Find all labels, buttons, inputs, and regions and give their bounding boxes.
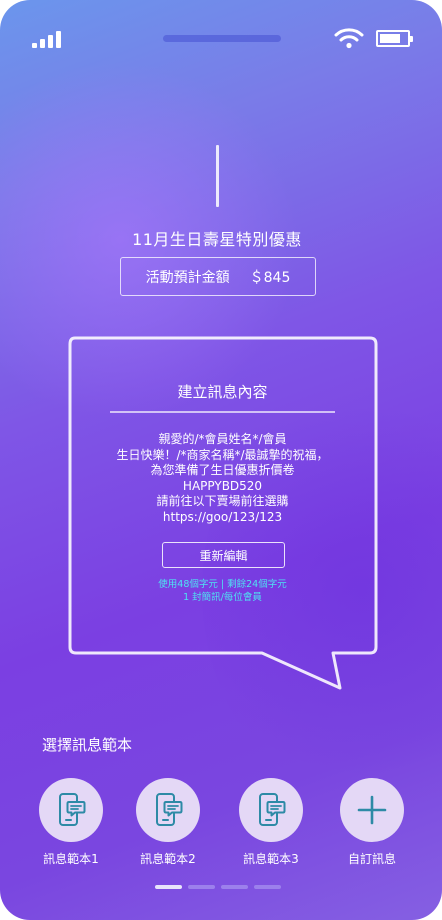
template-label: 訊息範本1 [43,852,99,866]
template-circle [136,778,200,842]
template-label: 自訂訊息 [347,852,396,866]
message-line: 為您準備了生日優惠折價卷 [150,463,295,477]
message-line: https://goo/123/123 [162,509,283,524]
template-button-3[interactable]: 訊息範本3 [226,778,316,868]
template-button-2[interactable]: 訊息範本2 [123,778,213,868]
template-circle [39,778,103,842]
message-divider [110,411,335,413]
character-stats: 使用48個字元 | 剩餘24個字元 1 封簡訊/每位會員 [90,578,355,604]
message-line: 請前往以下賣場前往選購 [156,494,289,508]
plus-icon [357,795,387,825]
template-circle [340,778,404,842]
template-section-label: 選擇訊息範本 [42,736,133,754]
phone-message-icon [156,793,183,826]
message-line: 生日快樂！/*商家名稱*/最誠摯的祝福， [116,447,329,462]
template-circle [239,778,303,842]
phone-screen: 11月生日壽星特別優惠 活動預計金額 ＄845 建立訊息內容 親愛的/*會員姓名… [0,0,442,920]
template-label: 訊息範本3 [243,852,299,866]
sms-count: 1 封簡訊/每位會員 [183,592,262,603]
template-button-1[interactable]: 訊息範本1 [26,778,116,868]
message-heading: 建立訊息內容 [177,383,268,401]
edit-message-button[interactable]: 重新編輯 [162,542,285,568]
template-label: 訊息範本2 [140,852,196,866]
page-dot[interactable] [155,885,182,889]
message-line: HAPPYBD520 [182,478,263,493]
page-dot[interactable] [188,885,215,889]
custom-message-button[interactable]: 自訂訊息 [327,778,417,868]
phone-message-icon [59,793,86,826]
phone-message-icon [259,793,286,826]
character-count: 使用48個字元 | 剩餘24個字元 [158,579,287,590]
page-dot[interactable] [221,885,248,889]
message-line: 親愛的/*會員姓名*/會員 [158,432,287,446]
message-body: 親愛的/*會員姓名*/會員 生日快樂！/*商家名稱*/最誠摯的祝福， 為您準備了… [90,432,355,525]
page-dot[interactable] [254,885,281,889]
